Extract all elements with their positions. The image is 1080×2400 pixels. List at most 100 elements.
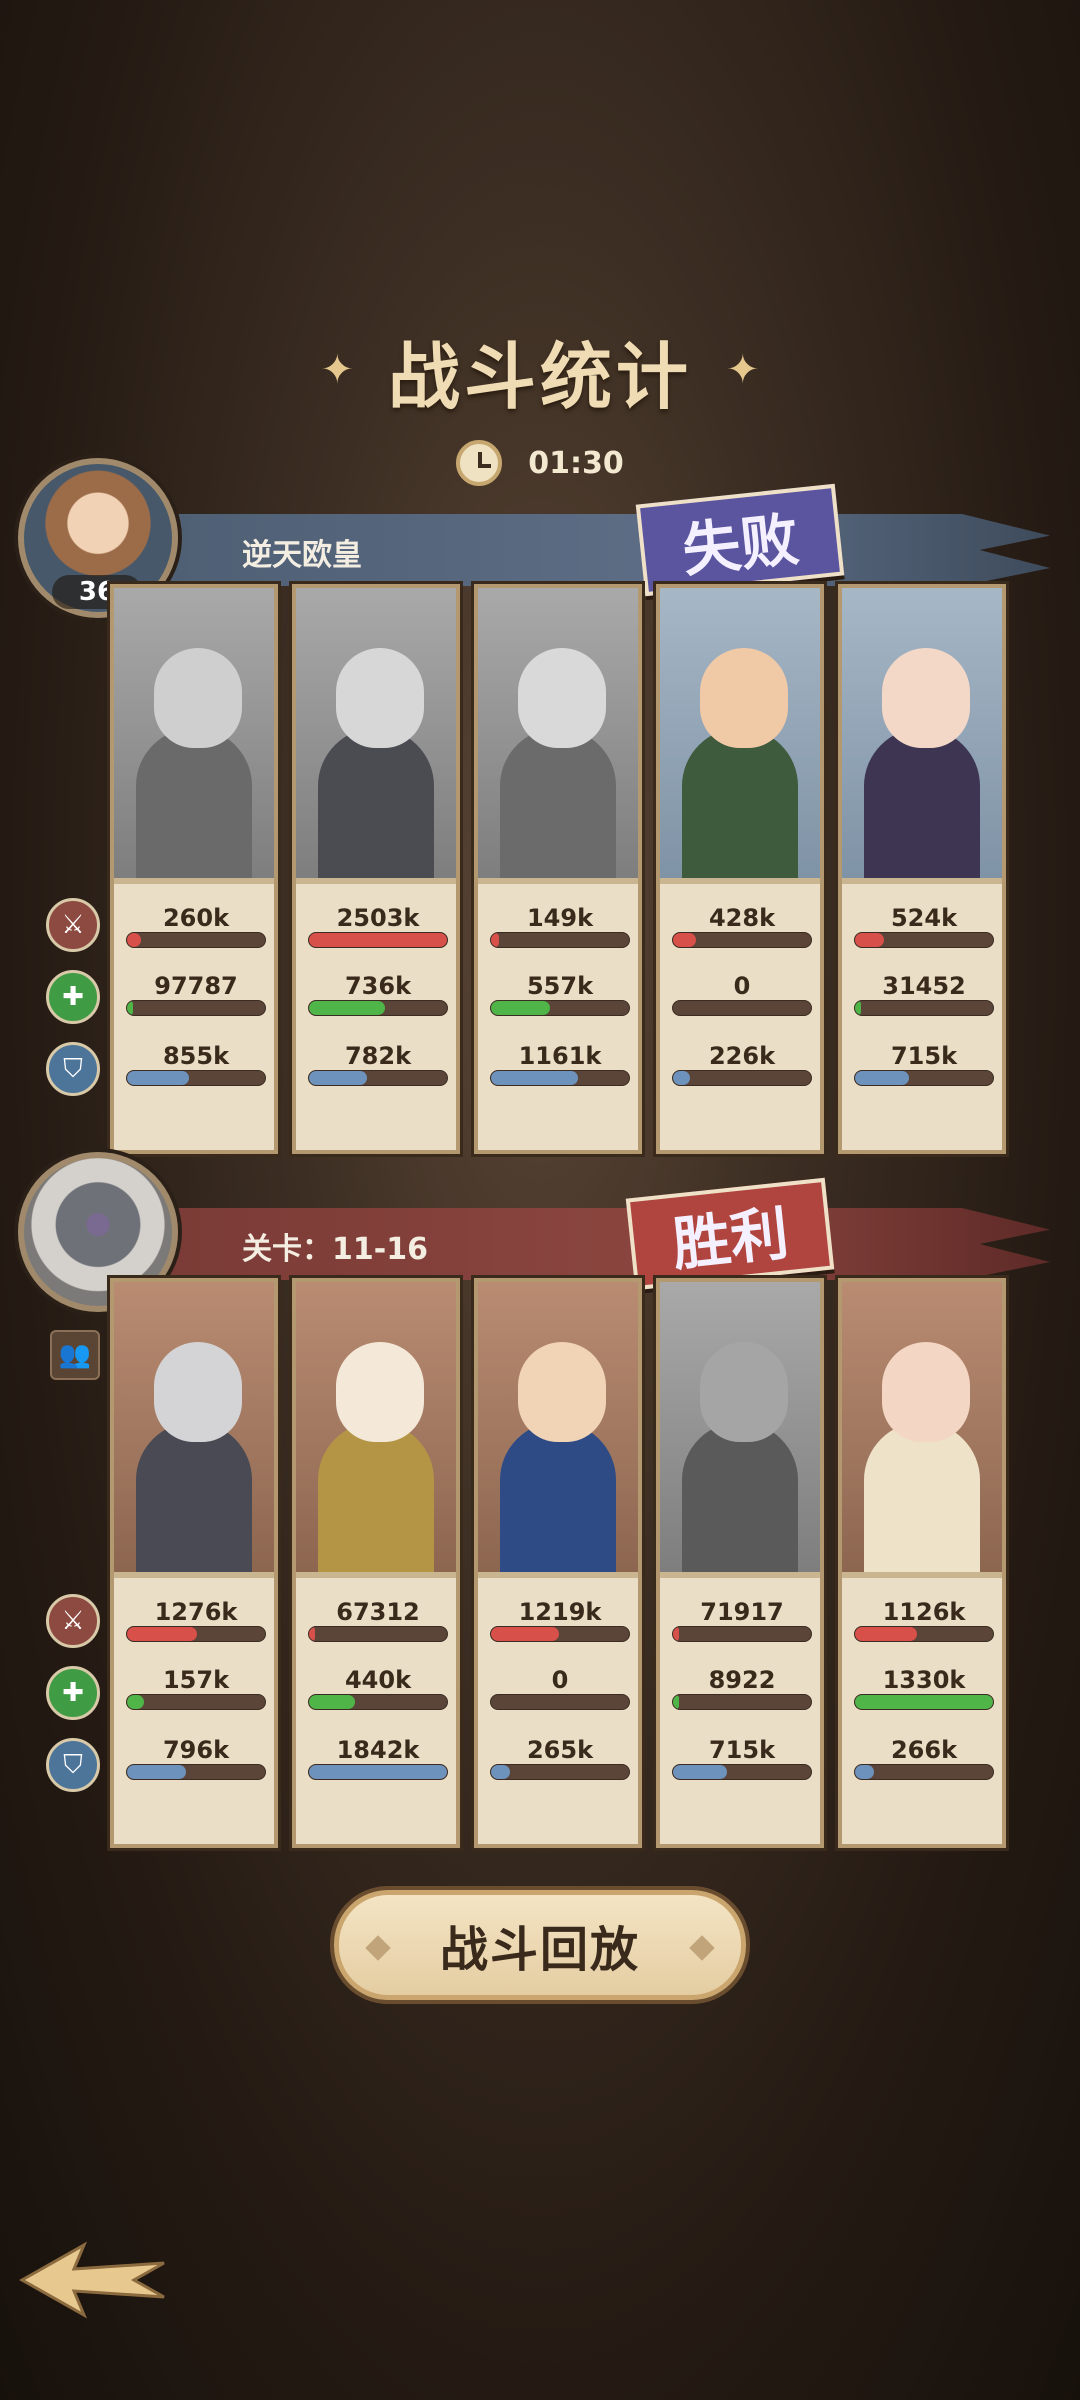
hero-body xyxy=(864,728,980,878)
hero-head xyxy=(336,648,424,748)
defense-stat-bar xyxy=(854,1764,994,1780)
damage-stat-bar-fill xyxy=(491,1627,559,1641)
back-arrow-icon[interactable] xyxy=(14,2235,174,2325)
player-name: 逆天欧皇 xyxy=(242,538,362,573)
defense-stat: 782k xyxy=(308,1042,448,1086)
defense-stat-bar xyxy=(672,1070,812,1086)
heal-stat-bar xyxy=(490,1000,630,1016)
hero-card[interactable]: 71917 8922 715k xyxy=(656,1278,824,1848)
hero-card[interactable]: 260k 97787 855k xyxy=(110,584,278,1154)
defense-stat: 715k xyxy=(672,1736,812,1780)
damage-stat: 71917 xyxy=(672,1598,812,1642)
defense-stat-bar xyxy=(854,1070,994,1086)
hero-card[interactable]: 1126k 1330k 266k xyxy=(838,1278,1006,1848)
heal-stat-bar xyxy=(308,1000,448,1016)
damage-stat: 1219k xyxy=(490,1598,630,1642)
heal-stat-value: 736k xyxy=(344,972,412,1000)
timer-text: 01:30 xyxy=(528,445,624,481)
damage-stat: 260k xyxy=(126,904,266,948)
heal-stat: 557k xyxy=(490,972,630,1016)
hero-body xyxy=(682,728,798,878)
battle-replay-button[interactable]: 战斗回放 xyxy=(334,1890,746,2000)
defense-stat-value: 266k xyxy=(890,1736,958,1764)
heal-stat: 0 xyxy=(490,1666,630,1710)
defense-stat: 855k xyxy=(126,1042,266,1086)
damage-stat-bar-fill xyxy=(855,1627,918,1641)
diamond-ornament-icon xyxy=(365,1935,391,1961)
hero-card[interactable]: 524k 31452 715k xyxy=(838,584,1006,1154)
heal-stat-value: 157k xyxy=(162,1666,230,1694)
defense-stat-value: 715k xyxy=(890,1042,958,1070)
hero-stats: 1276k 157k 796k xyxy=(114,1572,274,1844)
heal-stat-bar xyxy=(308,1694,448,1710)
heal-stat-bar-fill xyxy=(855,1001,861,1015)
heal-stat: 157k xyxy=(126,1666,266,1710)
battle-timer: 01:30 xyxy=(0,435,1080,491)
hero-body xyxy=(864,1422,980,1572)
hero-portrait xyxy=(296,588,456,878)
damage-stat-value: 149k xyxy=(526,904,594,932)
heal-stat-bar-fill xyxy=(309,1001,385,1015)
hero-portrait xyxy=(296,1282,456,1572)
heal-stat-value: 97787 xyxy=(154,972,238,1000)
team-icon[interactable]: 👥 xyxy=(50,1330,100,1380)
heal-stat: 8922 xyxy=(672,1666,812,1710)
hero-head xyxy=(700,1342,788,1442)
defense-stat-bar-fill xyxy=(127,1765,187,1779)
hero-card[interactable]: 1276k 157k 796k xyxy=(110,1278,278,1848)
damage-stat-value: 71917 xyxy=(700,1598,784,1626)
hero-head xyxy=(700,648,788,748)
heal-stat-bar-fill xyxy=(309,1695,355,1709)
hero-card[interactable]: 428k 0 226k xyxy=(656,584,824,1154)
hero-body xyxy=(500,1422,616,1572)
damage-stat-value: 1219k xyxy=(518,1598,602,1626)
hero-body xyxy=(682,1422,798,1572)
damage-stat: 524k xyxy=(854,904,994,948)
damage-stat-bar-fill xyxy=(127,1627,198,1641)
defense-stat-bar xyxy=(126,1764,266,1780)
hero-portrait xyxy=(842,588,1002,878)
defense-stat-value: 715k xyxy=(708,1736,776,1764)
heal-stat-bar-fill xyxy=(491,1001,551,1015)
damage-stat-value: 67312 xyxy=(336,1598,420,1626)
heal-plus-icon: ✚ xyxy=(46,970,100,1024)
stage-label: 关卡：11-16 xyxy=(242,1232,428,1267)
hero-card[interactable]: 2503k 736k 782k xyxy=(292,584,460,1154)
damage-stat-bar xyxy=(672,1626,812,1642)
damage-stat-value: 1126k xyxy=(882,1598,966,1626)
hero-portrait xyxy=(114,588,274,878)
defense-stat-bar xyxy=(308,1764,448,1780)
defense-stat-value: 855k xyxy=(162,1042,230,1070)
hero-card[interactable]: 1219k 0 265k xyxy=(474,1278,642,1848)
damage-stat-value: 1276k xyxy=(154,1598,238,1626)
defense-stat-bar xyxy=(126,1070,266,1086)
damage-stat-bar-fill xyxy=(491,933,500,947)
hero-portrait xyxy=(660,588,820,878)
defense-stat-value: 1161k xyxy=(518,1042,602,1070)
damage-stat-value: 260k xyxy=(162,904,230,932)
damage-stat-bar xyxy=(126,1626,266,1642)
defense-stat-value: 796k xyxy=(162,1736,230,1764)
heal-stat-bar xyxy=(126,1694,266,1710)
heal-stat-bar xyxy=(854,1000,994,1016)
hero-body xyxy=(318,1422,434,1572)
hero-card[interactable]: 149k 557k 1161k xyxy=(474,584,642,1154)
defense-stat: 715k xyxy=(854,1042,994,1086)
heal-stat-value: 31452 xyxy=(882,972,966,1000)
defense-stat-value: 226k xyxy=(708,1042,776,1070)
hero-portrait xyxy=(478,588,638,878)
defense-stat-value: 265k xyxy=(526,1736,594,1764)
defense-stat: 796k xyxy=(126,1736,266,1780)
defense-stat-bar-fill xyxy=(855,1071,909,1085)
hero-card[interactable]: 67312 440k 1842k xyxy=(292,1278,460,1848)
defense-stat-bar-fill xyxy=(491,1765,511,1779)
hero-stats: 1126k 1330k 266k xyxy=(842,1572,1002,1844)
defense-stat: 1842k xyxy=(308,1736,448,1780)
hero-body xyxy=(136,1422,252,1572)
defense-stat-bar-fill xyxy=(673,1765,727,1779)
shield-icon: ⛉ xyxy=(46,1042,100,1096)
damage-stat: 149k xyxy=(490,904,630,948)
damage-stat-bar xyxy=(854,1626,994,1642)
defense-stat-bar xyxy=(490,1070,630,1086)
damage-stat-bar xyxy=(308,1626,448,1642)
